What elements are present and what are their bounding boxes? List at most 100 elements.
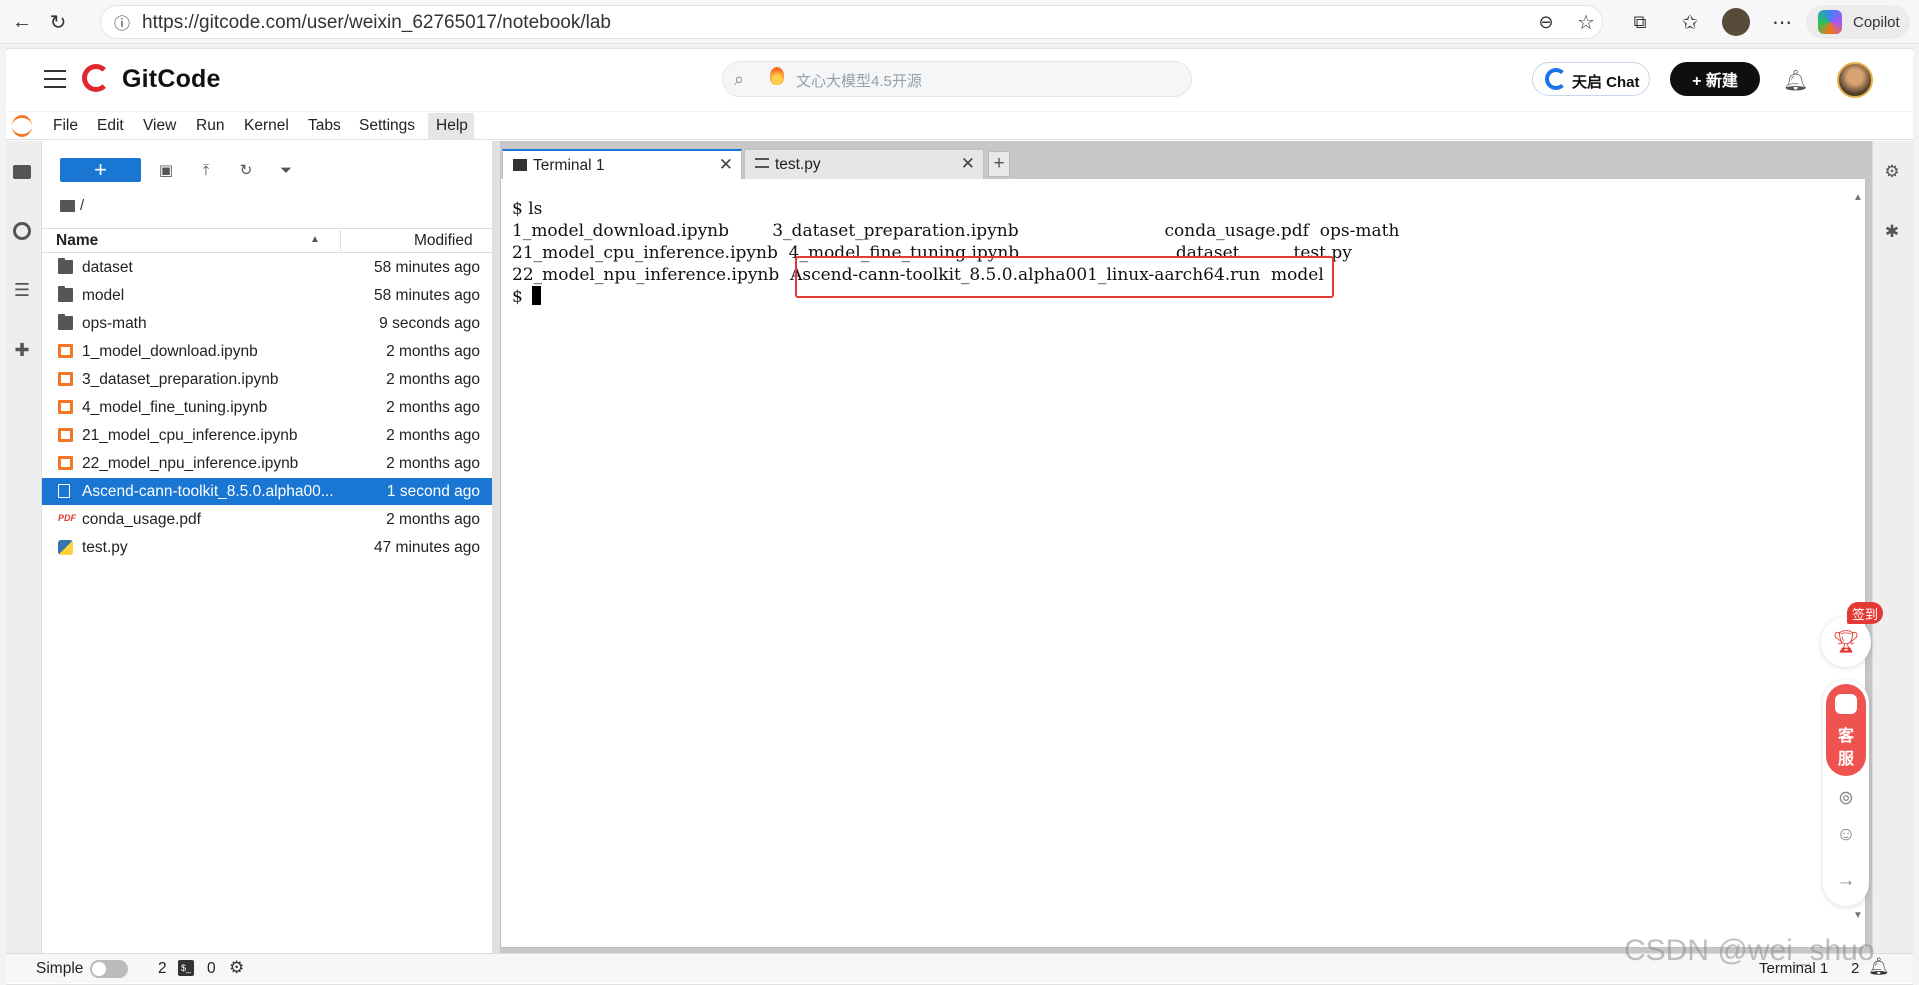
site-info-icon[interactable]: ⓘ [108,8,136,36]
right-sidebar [1872,141,1913,953]
file-row[interactable]: PDF conda_usage.pdf 2 months ago [42,506,492,533]
kernel-status-icon[interactable]: ⚙ [229,958,244,978]
notification-bell-icon[interactable]: 🔔︎ [1783,68,1808,93]
file-modified: 2 months ago [386,343,480,360]
table-of-contents-icon[interactable]: ☰ [12,280,32,300]
menu-view[interactable]: View [143,117,176,135]
tab-terminal-1[interactable]: Terminal 1 ✕ [502,149,742,180]
gitcode-search-input[interactable] [722,61,1192,97]
sort-ascending-icon[interactable]: ▲ [310,234,320,245]
file-name: 3_dataset_preparation.ipynb [82,371,279,388]
menu-edit[interactable]: Edit [97,117,124,135]
file-modified: 9 seconds ago [379,315,480,332]
file-row[interactable]: 1_model_download.ipynb 2 months ago [42,338,492,365]
panel-splitter[interactable] [492,141,500,953]
kernel-count[interactable]: 0 [207,960,216,978]
file-modified: 2 months ago [386,371,480,388]
menu-file[interactable]: File [53,117,78,135]
tab-test-py[interactable]: test.py ✕ [744,149,984,179]
file-modified: 2 months ago [386,399,480,416]
close-icon[interactable]: ✕ [719,155,733,175]
file-row[interactable]: dataset 58 minutes ago [42,254,492,281]
profile-avatar-icon[interactable] [1722,8,1750,36]
notification-count[interactable]: 2 [1851,960,1859,977]
simple-mode-toggle[interactable] [90,960,128,978]
hamburger-menu-icon[interactable] [44,70,66,88]
notebook-icon [58,456,73,470]
close-icon[interactable]: ✕ [961,154,975,174]
running-kernels-icon[interactable] [12,221,32,241]
folder-icon [58,286,73,302]
filter-icon[interactable]: ⏷ [276,160,296,180]
share-icon[interactable]: ⊚ [1834,786,1858,810]
menu-help[interactable]: Help [436,117,468,135]
arrow-right-icon[interactable]: → [1834,869,1858,893]
terminal-count[interactable]: 2 [158,960,167,978]
debugger-bug-icon[interactable]: ✱ [1882,222,1902,242]
notebook-icon [58,372,73,386]
trophy-icon: 🏆︎ [1832,629,1860,654]
folder-icon [58,314,73,330]
upload-icon[interactable]: ⤒ [196,160,216,180]
menu-kernel[interactable]: Kernel [244,117,289,135]
menu-settings[interactable]: Settings [359,117,415,135]
new-folder-icon[interactable]: ▣ [156,160,176,180]
checkin-button[interactable]: 🏆︎ [1821,617,1871,667]
search-placeholder: 文心大模型4.5开源 [796,73,922,90]
user-avatar[interactable] [1837,62,1873,98]
scroll-down-icon[interactable]: ▼ [1853,910,1863,921]
file-row[interactable]: 21_model_cpu_inference.ipynb 2 months ag… [42,422,492,449]
menu-run[interactable]: Run [196,117,224,135]
folder-icon[interactable] [12,162,32,182]
favorite-star-icon[interactable]: ☆ [1572,8,1600,36]
breadcrumb[interactable]: / [80,197,84,214]
extensions-puzzle-icon[interactable]: ✚ [12,340,32,360]
more-menu-icon[interactable]: ⋯ [1768,8,1796,36]
file-name: test.py [82,539,128,556]
fire-icon [770,67,784,85]
chat-bubble-icon [1835,694,1857,714]
column-divider[interactable] [340,230,341,251]
file-modified: 1 second ago [386,483,480,500]
refresh-icon[interactable]: ↻ [236,160,256,180]
terminal-icon [513,159,527,171]
file-row[interactable]: 3_dataset_preparation.ipynb 2 months ago [42,366,492,393]
reload-icon[interactable]: ↻ [44,8,72,36]
terminal-status-icon[interactable]: $_ [178,960,194,976]
terminal-cursor [532,286,541,305]
file-modified: 47 minutes ago [374,539,480,556]
checkin-badge[interactable]: 签到 [1847,602,1883,624]
property-inspector-gear-icon[interactable]: ⚙ [1882,162,1902,182]
python-icon [58,540,73,555]
file-row[interactable]: ops-math 9 seconds ago [42,310,492,337]
add-tab-icon[interactable]: + [988,151,1010,177]
annotation-highlight-box [795,256,1334,298]
gitcode-logo-icon[interactable] [82,64,110,92]
terminal-line: $ ls [512,199,543,219]
active-tab-status[interactable]: Terminal 1 [1759,960,1828,977]
extensions-icon[interactable]: ⧉ [1626,8,1654,36]
breadcrumb-folder-icon[interactable] [60,200,75,212]
menu-tabs[interactable]: Tabs [308,117,341,135]
file-row[interactable]: 22_model_npu_inference.ipynb 2 months ag… [42,450,492,477]
file-row[interactable]: test.py 47 minutes ago [42,534,492,561]
scroll-up-icon[interactable]: ▲ [1853,192,1863,203]
smiley-feedback-icon[interactable]: ☺ [1834,823,1858,847]
customer-service-label-2: 服 [1838,751,1855,768]
zoom-icon[interactable]: ⊖ [1532,8,1560,36]
url-text[interactable]: https://gitcode.com/user/weixin_62765017… [142,12,611,34]
favorites-list-icon[interactable]: ✩ [1676,8,1704,36]
file-name: model [82,287,125,304]
simple-mode-label: Simple [36,960,84,977]
gitcode-logo-text[interactable]: GitCode [122,65,221,94]
new-launcher-button[interactable]: + [60,157,141,182]
column-name-header[interactable]: Name [56,232,98,250]
column-modified-header[interactable]: Modified [414,232,473,250]
file-row[interactable]: model 58 minutes ago [42,282,492,309]
back-arrow-icon[interactable]: ← [8,8,36,36]
file-name: Ascend-cann-toolkit_8.5.0.alpha00... [82,483,334,500]
status-bell-icon[interactable]: 🔔︎ [1868,957,1890,977]
file-row-selected[interactable]: Ascend-cann-toolkit_8.5.0.alpha00... 1 s… [42,478,492,505]
file-row[interactable]: 4_model_fine_tuning.ipynb 2 months ago [42,394,492,421]
new-button[interactable]: + 新建 [1670,62,1760,96]
